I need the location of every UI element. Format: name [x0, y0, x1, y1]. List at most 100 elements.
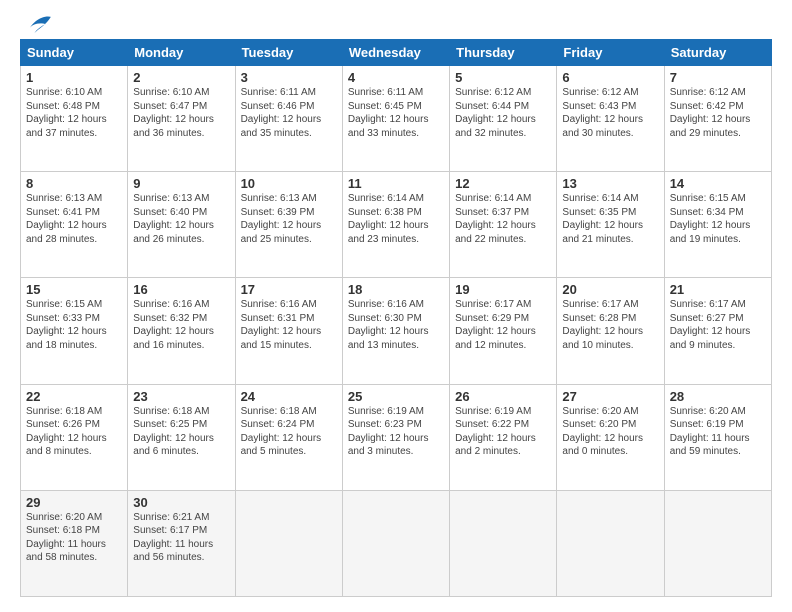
calendar-cell: 27 Sunrise: 6:20 AM Sunset: 6:20 PM Dayl… [557, 384, 664, 490]
cell-details: Sunrise: 6:19 AM Sunset: 6:23 PM Dayligh… [348, 405, 444, 459]
day-number: 30 [133, 495, 229, 510]
calendar-cell: 3 Sunrise: 6:11 AM Sunset: 6:46 PM Dayli… [235, 66, 342, 172]
calendar-cell [557, 490, 664, 596]
day-number: 21 [670, 282, 766, 297]
page: SundayMondayTuesdayWednesdayThursdayFrid… [0, 0, 792, 612]
calendar-cell: 17 Sunrise: 6:16 AM Sunset: 6:31 PM Dayl… [235, 278, 342, 384]
calendar-week-row: 29 Sunrise: 6:20 AM Sunset: 6:18 PM Dayl… [21, 490, 772, 596]
calendar-cell: 24 Sunrise: 6:18 AM Sunset: 6:24 PM Dayl… [235, 384, 342, 490]
day-number: 9 [133, 176, 229, 191]
calendar-cell [450, 490, 557, 596]
calendar-cell: 5 Sunrise: 6:12 AM Sunset: 6:44 PM Dayli… [450, 66, 557, 172]
calendar-body: 1 Sunrise: 6:10 AM Sunset: 6:48 PM Dayli… [21, 66, 772, 597]
calendar-cell: 2 Sunrise: 6:10 AM Sunset: 6:47 PM Dayli… [128, 66, 235, 172]
day-number: 4 [348, 70, 444, 85]
calendar-cell: 7 Sunrise: 6:12 AM Sunset: 6:42 PM Dayli… [664, 66, 771, 172]
header [20, 15, 772, 31]
calendar-cell: 10 Sunrise: 6:13 AM Sunset: 6:39 PM Dayl… [235, 172, 342, 278]
day-number: 2 [133, 70, 229, 85]
calendar-cell: 22 Sunrise: 6:18 AM Sunset: 6:26 PM Dayl… [21, 384, 128, 490]
calendar-header-saturday: Saturday [664, 40, 771, 66]
cell-details: Sunrise: 6:17 AM Sunset: 6:29 PM Dayligh… [455, 298, 551, 352]
cell-details: Sunrise: 6:19 AM Sunset: 6:22 PM Dayligh… [455, 405, 551, 459]
cell-details: Sunrise: 6:12 AM Sunset: 6:44 PM Dayligh… [455, 86, 551, 140]
day-number: 14 [670, 176, 766, 191]
cell-details: Sunrise: 6:15 AM Sunset: 6:33 PM Dayligh… [26, 298, 122, 352]
logo-bird-icon [25, 15, 53, 35]
cell-details: Sunrise: 6:11 AM Sunset: 6:46 PM Dayligh… [241, 86, 337, 140]
cell-details: Sunrise: 6:20 AM Sunset: 6:19 PM Dayligh… [670, 405, 766, 459]
calendar-cell: 12 Sunrise: 6:14 AM Sunset: 6:37 PM Dayl… [450, 172, 557, 278]
day-number: 13 [562, 176, 658, 191]
day-number: 5 [455, 70, 551, 85]
day-number: 27 [562, 389, 658, 404]
calendar-cell: 18 Sunrise: 6:16 AM Sunset: 6:30 PM Dayl… [342, 278, 449, 384]
calendar-cell: 21 Sunrise: 6:17 AM Sunset: 6:27 PM Dayl… [664, 278, 771, 384]
cell-details: Sunrise: 6:18 AM Sunset: 6:25 PM Dayligh… [133, 405, 229, 459]
cell-details: Sunrise: 6:14 AM Sunset: 6:37 PM Dayligh… [455, 192, 551, 246]
cell-details: Sunrise: 6:17 AM Sunset: 6:28 PM Dayligh… [562, 298, 658, 352]
calendar-cell: 26 Sunrise: 6:19 AM Sunset: 6:22 PM Dayl… [450, 384, 557, 490]
day-number: 7 [670, 70, 766, 85]
day-number: 8 [26, 176, 122, 191]
calendar-cell: 13 Sunrise: 6:14 AM Sunset: 6:35 PM Dayl… [557, 172, 664, 278]
calendar-header-friday: Friday [557, 40, 664, 66]
cell-details: Sunrise: 6:20 AM Sunset: 6:18 PM Dayligh… [26, 511, 122, 565]
cell-details: Sunrise: 6:21 AM Sunset: 6:17 PM Dayligh… [133, 511, 229, 565]
calendar-cell: 14 Sunrise: 6:15 AM Sunset: 6:34 PM Dayl… [664, 172, 771, 278]
calendar-header-sunday: Sunday [21, 40, 128, 66]
day-number: 11 [348, 176, 444, 191]
cell-details: Sunrise: 6:14 AM Sunset: 6:38 PM Dayligh… [348, 192, 444, 246]
day-number: 10 [241, 176, 337, 191]
day-number: 12 [455, 176, 551, 191]
day-number: 22 [26, 389, 122, 404]
calendar-cell: 1 Sunrise: 6:10 AM Sunset: 6:48 PM Dayli… [21, 66, 128, 172]
day-number: 16 [133, 282, 229, 297]
calendar-week-row: 15 Sunrise: 6:15 AM Sunset: 6:33 PM Dayl… [21, 278, 772, 384]
cell-details: Sunrise: 6:10 AM Sunset: 6:47 PM Dayligh… [133, 86, 229, 140]
cell-details: Sunrise: 6:20 AM Sunset: 6:20 PM Dayligh… [562, 405, 658, 459]
calendar-header-wednesday: Wednesday [342, 40, 449, 66]
calendar-cell [664, 490, 771, 596]
day-number: 19 [455, 282, 551, 297]
cell-details: Sunrise: 6:13 AM Sunset: 6:40 PM Dayligh… [133, 192, 229, 246]
calendar-table: SundayMondayTuesdayWednesdayThursdayFrid… [20, 39, 772, 597]
logo [20, 15, 53, 31]
calendar-cell: 16 Sunrise: 6:16 AM Sunset: 6:32 PM Dayl… [128, 278, 235, 384]
cell-details: Sunrise: 6:12 AM Sunset: 6:43 PM Dayligh… [562, 86, 658, 140]
calendar-week-row: 1 Sunrise: 6:10 AM Sunset: 6:48 PM Dayli… [21, 66, 772, 172]
cell-details: Sunrise: 6:16 AM Sunset: 6:32 PM Dayligh… [133, 298, 229, 352]
calendar-cell [342, 490, 449, 596]
calendar-cell: 25 Sunrise: 6:19 AM Sunset: 6:23 PM Dayl… [342, 384, 449, 490]
calendar-cell: 8 Sunrise: 6:13 AM Sunset: 6:41 PM Dayli… [21, 172, 128, 278]
calendar-cell: 20 Sunrise: 6:17 AM Sunset: 6:28 PM Dayl… [557, 278, 664, 384]
day-number: 25 [348, 389, 444, 404]
calendar-header-monday: Monday [128, 40, 235, 66]
calendar-cell [235, 490, 342, 596]
day-number: 17 [241, 282, 337, 297]
calendar-cell: 15 Sunrise: 6:15 AM Sunset: 6:33 PM Dayl… [21, 278, 128, 384]
calendar-cell: 4 Sunrise: 6:11 AM Sunset: 6:45 PM Dayli… [342, 66, 449, 172]
cell-details: Sunrise: 6:12 AM Sunset: 6:42 PM Dayligh… [670, 86, 766, 140]
day-number: 18 [348, 282, 444, 297]
day-number: 1 [26, 70, 122, 85]
calendar-header-row: SundayMondayTuesdayWednesdayThursdayFrid… [21, 40, 772, 66]
cell-details: Sunrise: 6:17 AM Sunset: 6:27 PM Dayligh… [670, 298, 766, 352]
cell-details: Sunrise: 6:10 AM Sunset: 6:48 PM Dayligh… [26, 86, 122, 140]
calendar-cell: 19 Sunrise: 6:17 AM Sunset: 6:29 PM Dayl… [450, 278, 557, 384]
calendar-cell: 23 Sunrise: 6:18 AM Sunset: 6:25 PM Dayl… [128, 384, 235, 490]
day-number: 26 [455, 389, 551, 404]
calendar-cell: 6 Sunrise: 6:12 AM Sunset: 6:43 PM Dayli… [557, 66, 664, 172]
calendar-header-tuesday: Tuesday [235, 40, 342, 66]
day-number: 6 [562, 70, 658, 85]
calendar-header-thursday: Thursday [450, 40, 557, 66]
cell-details: Sunrise: 6:18 AM Sunset: 6:26 PM Dayligh… [26, 405, 122, 459]
calendar-week-row: 22 Sunrise: 6:18 AM Sunset: 6:26 PM Dayl… [21, 384, 772, 490]
cell-details: Sunrise: 6:11 AM Sunset: 6:45 PM Dayligh… [348, 86, 444, 140]
calendar-cell: 11 Sunrise: 6:14 AM Sunset: 6:38 PM Dayl… [342, 172, 449, 278]
day-number: 3 [241, 70, 337, 85]
day-number: 20 [562, 282, 658, 297]
cell-details: Sunrise: 6:13 AM Sunset: 6:41 PM Dayligh… [26, 192, 122, 246]
cell-details: Sunrise: 6:16 AM Sunset: 6:31 PM Dayligh… [241, 298, 337, 352]
day-number: 24 [241, 389, 337, 404]
